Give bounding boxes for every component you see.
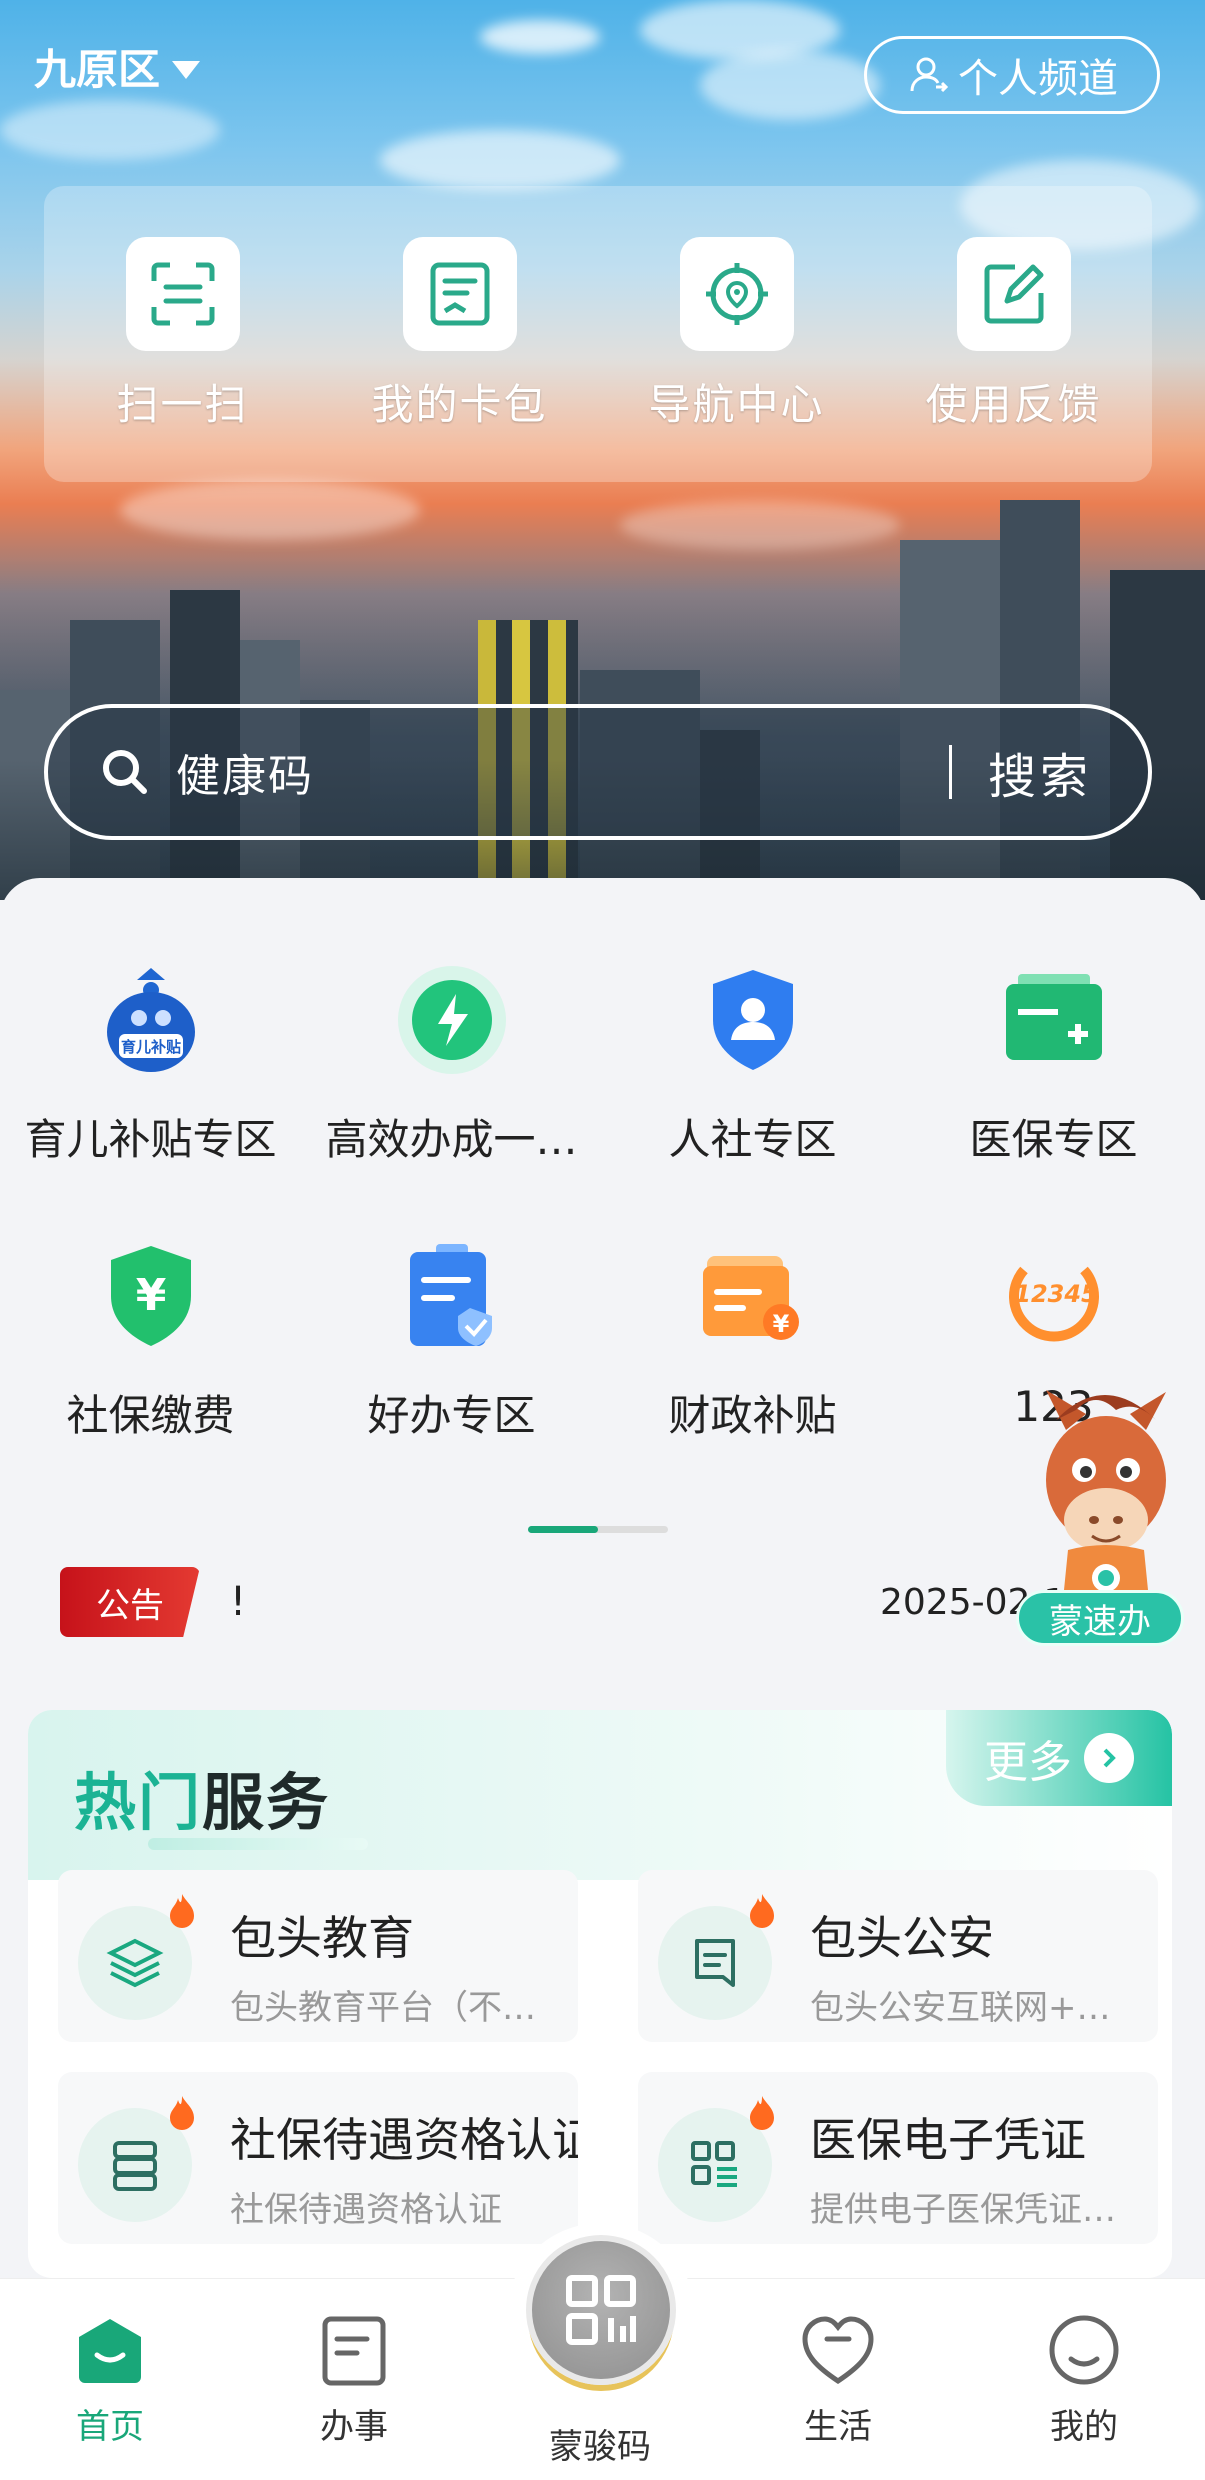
location-label: 九原区 [34,45,161,94]
hot-service-subtitle: 包头教育平台（不… [230,1988,536,2028]
scan-icon [151,262,214,325]
hot-service-card[interactable]: 包头教育 包头教育平台（不… [58,1870,578,2042]
quick-action-label: 使用反馈 [925,379,1102,429]
quick-actions: 扫一扫 我的卡包 导航中心 使用反馈 [44,186,1152,482]
more-label: 更多 [984,1737,1072,1788]
tab-label[interactable]: 蒙骏码 [520,2419,680,2468]
qr-code-icon [566,2275,636,2345]
navigation-target-icon [705,262,768,325]
document-list-icon [322,2316,386,2386]
service-childcare-subsidy[interactable]: 育儿补贴 育儿补贴专区 [0,960,301,1236]
tab-mine[interactable]: 我的 [1004,2309,1164,2448]
service-label: 高效办成一… [325,1115,578,1164]
fire-icon [750,1894,774,1928]
service-label: 财政补贴 [668,1391,837,1440]
fire-icon [170,1894,194,1928]
service-easy-handling[interactable]: 好办专区 [301,1236,602,1512]
mengjun-code-button[interactable] [526,2235,676,2385]
hot-service-title: 包头教育 [230,1911,414,1965]
chevron-right-icon [1084,1733,1134,1783]
quick-action-navigation[interactable]: 导航中心 [607,236,867,432]
service-hr-social[interactable]: 人社专区 [602,960,903,1236]
wallet-yuan-icon: ¥ [702,1256,799,1340]
shield-person-icon [712,970,793,1070]
service-efficient-handling[interactable]: 高效办成一… [301,960,602,1236]
search-divider [948,745,952,799]
hotline-12345-icon: 12345 [1008,1266,1099,1342]
card-wallet-icon [430,262,489,325]
hot-service-title: 医保电子凭证 [810,2113,1086,2167]
tab-life[interactable]: 生活 [758,2309,918,2448]
user-face-icon [1049,2315,1119,2385]
search-icon [103,750,147,794]
service-label: 社保缴费 [66,1391,235,1440]
svg-text:¥: ¥ [135,1270,166,1321]
service-label: 医保专区 [969,1115,1138,1164]
hot-service-card[interactable]: 包头公安 包头公安互联网+… [638,1870,1158,2042]
heart-icon [802,2316,874,2385]
fire-icon [750,2096,774,2130]
hot-service-title: 包头公安 [810,1911,994,1965]
tab-label: 我的 [1050,2407,1118,2447]
quick-action-card-wallet[interactable]: 我的卡包 [330,236,590,432]
quick-action-label: 导航中心 [648,379,825,429]
service-label: 人社专区 [668,1115,837,1164]
user-switch-icon [910,57,949,93]
lightning-icon [397,966,506,1074]
hot-service-title: 社保待遇资格认证 [230,2113,578,2167]
notice-text: ! [230,1579,247,1625]
service-label: 育儿补贴专区 [24,1115,277,1164]
document-icon [695,1939,735,1987]
dropdown-arrow-icon [172,60,201,79]
yuan-shield-icon: ¥ [110,1246,191,1346]
notice-bar[interactable]: 公告 ! 2025-02-1 [60,1566,1180,1638]
childcare-subsidy-icon: 育儿补贴 [106,968,195,1072]
more-button[interactable]: 更多 [946,1710,1172,1806]
personal-channel-button[interactable]: 个人频道 [864,36,1160,114]
clipboard-check-icon [409,1244,492,1346]
bottom-tab-bar: 首页 办事 蒙骏码 生活 我的 [0,2223,1205,2480]
tab-home[interactable]: 首页 [30,2309,190,2448]
grid-list-icon [691,2141,737,2187]
service-label: 好办专区 [367,1391,536,1440]
childcare-badge-text: 育儿补贴 [120,1038,180,1056]
tab-label: 首页 [76,2407,144,2447]
search-input[interactable]: 健康码 [176,740,949,804]
search-button[interactable]: 搜索 [988,737,1092,807]
hot-service-card[interactable]: 社保待遇资格认证 社保待遇资格认证 [58,2072,578,2244]
home-icon [79,2319,141,2383]
medical-card-icon [1005,974,1102,1060]
hot-services-title: 热门服务 [74,1766,331,1839]
fire-icon [170,2096,194,2130]
search-bar[interactable]: 健康码 搜索 [44,704,1152,840]
notice-tag: 公告 [60,1567,200,1637]
hot-service-subtitle: 提供电子医保凭证… [810,2190,1116,2230]
database-icon [113,2141,157,2191]
quick-action-label: 我的卡包 [371,379,548,429]
hotline-badge-text: 12345 [1014,1280,1098,1308]
service-fiscal-subsidy[interactable]: ¥ 财政补贴 [602,1236,903,1512]
personal-channel-label: 个人频道 [958,56,1118,102]
service-medical-insurance[interactable]: 医保专区 [903,960,1204,1236]
location-selector[interactable]: 九原区 [34,36,201,97]
layers-icon [106,1938,164,1988]
service-social-payment[interactable]: ¥ 社保缴费 [0,1236,301,1512]
hot-services-section: 热门服务 更多 包头教育 包头教育平台（不… 包头公安 包头公安互联网+… 社保… [28,1710,1172,2278]
tab-label: 生活 [804,2407,872,2447]
quick-action-feedback[interactable]: 使用反馈 [884,236,1144,432]
hot-service-card[interactable]: 医保电子凭证 提供电子医保凭证… [638,2072,1158,2244]
svg-text:¥: ¥ [772,1310,789,1338]
quick-action-label: 扫一扫 [116,379,249,429]
grid-pager [528,1526,668,1533]
hot-service-subtitle: 包头公安互联网+… [810,1988,1111,2028]
feedback-edit-icon [984,264,1043,323]
hot-service-subtitle: 社保待遇资格认证 [230,2190,502,2230]
mascot-label[interactable]: 蒙速办 [1016,1590,1184,1646]
tab-affairs[interactable]: 办事 [274,2309,434,2448]
tab-label: 办事 [320,2407,388,2447]
quick-action-scan[interactable]: 扫一扫 [53,236,313,432]
